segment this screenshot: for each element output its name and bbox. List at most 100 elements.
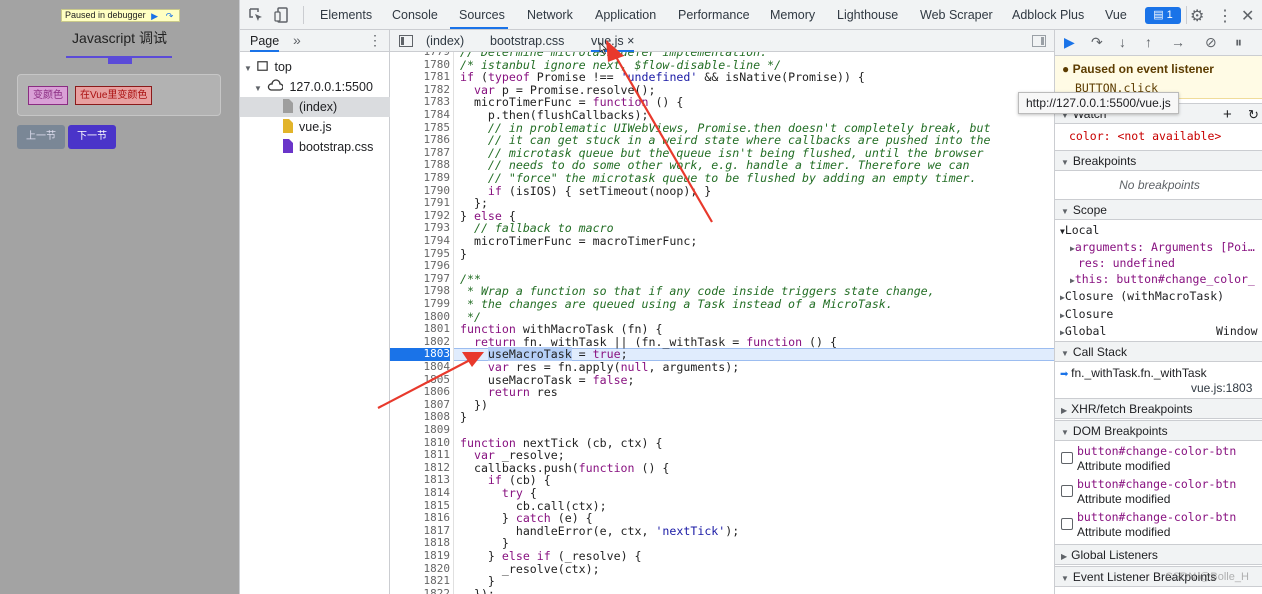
tab-vue[interactable]: Vue: [1105, 0, 1127, 30]
scope-this[interactable]: ▶this: button#change_color_: [1070, 272, 1255, 286]
tab-console[interactable]: Console: [392, 0, 438, 30]
scope-local[interactable]: ▼Local: [1060, 223, 1099, 237]
line-number[interactable]: 1811: [390, 449, 451, 462]
scope-arguments[interactable]: ▶arguments: Arguments [Poi…: [1070, 240, 1255, 254]
line-number[interactable]: 1821: [390, 575, 451, 588]
issues-badge[interactable]: ▤ 1: [1145, 7, 1181, 24]
code-line[interactable]: try {: [460, 487, 537, 500]
breakpoints-section-header[interactable]: ▼ Breakpoints: [1055, 150, 1262, 171]
close-devtools-icon[interactable]: ✕: [1241, 6, 1254, 26]
tab-performance[interactable]: Performance: [678, 0, 750, 30]
code-line[interactable]: }: [460, 575, 495, 588]
editor-tab-index[interactable]: (index): [426, 30, 464, 52]
next-section-button[interactable]: 下一节: [68, 125, 116, 149]
tab-network[interactable]: Network: [527, 0, 573, 30]
more-tabs-icon[interactable]: »: [293, 32, 301, 48]
line-number[interactable]: 1799: [390, 297, 451, 311]
call-stack-section-header[interactable]: ▼ Call Stack: [1055, 341, 1262, 362]
code-line[interactable]: }: [460, 247, 467, 261]
code-line[interactable]: // "force" the microtask queue to be flu…: [460, 172, 977, 185]
tab-memory[interactable]: Memory: [770, 0, 815, 30]
code-line[interactable]: microTimerFunc = macroTimerFunc;: [460, 235, 697, 248]
line-number[interactable]: 1781: [390, 71, 451, 84]
inspect-element-icon[interactable]: [248, 7, 264, 23]
step-over-icon[interactable]: ↷: [164, 11, 176, 21]
close-tab-icon[interactable]: ×: [627, 34, 634, 48]
watermark: CSDN @Bolle_H: [1165, 571, 1249, 583]
line-number[interactable]: 1819: [390, 549, 451, 563]
tree-item-top[interactable]: ▼ top: [240, 57, 390, 77]
tab-lighthouse[interactable]: Lighthouse: [837, 0, 898, 30]
settings-gear-icon[interactable]: ⚙: [1190, 6, 1204, 26]
step-icon[interactable]: →: [1171, 34, 1185, 50]
change-color-in-vue-button[interactable]: 在Vue里变颜色: [75, 86, 153, 105]
code-line[interactable]: }: [460, 411, 467, 424]
xhr-breakpoints-header[interactable]: ▶ XHR/fetch Breakpoints: [1055, 398, 1262, 419]
step-out-icon[interactable]: ↑: [1145, 34, 1152, 50]
tab-web-scraper[interactable]: Web Scraper: [920, 0, 993, 30]
scope-section-header[interactable]: ▼ Scope: [1055, 199, 1262, 220]
tab-elements[interactable]: Elements: [320, 0, 372, 30]
navigator-menu-icon[interactable]: ⋮: [368, 32, 382, 49]
tab-adblock-plus[interactable]: Adblock Plus: [1012, 0, 1084, 30]
scope-res[interactable]: res: undefined: [1078, 256, 1175, 270]
change-color-button[interactable]: 变颜色: [28, 86, 68, 105]
code-lines[interactable]: // Determine microtask defer implementat…: [454, 52, 1054, 594]
code-line[interactable]: if (typeof Promise !== 'undefined' && is…: [460, 71, 865, 84]
line-number[interactable]: 1794: [390, 234, 451, 248]
line-gutter[interactable]: 1779178017811782178317841785178617871788…: [390, 52, 454, 594]
line-number[interactable]: 1796: [390, 260, 451, 273]
tree-item-vuejs[interactable]: vue.js: [240, 117, 390, 137]
prev-section-button[interactable]: 上一节: [17, 125, 65, 149]
refresh-icon[interactable]: ↻: [1248, 104, 1259, 125]
code-line[interactable]: var _resolve;: [460, 449, 565, 462]
scope-global[interactable]: ▶Global Window: [1060, 324, 1262, 338]
call-frame[interactable]: ➡ fn._withTask.fn._withTask: [1060, 366, 1207, 380]
tree-item-origin[interactable]: ▼ 127.0.0.1:5500: [240, 77, 390, 97]
line-number[interactable]: 1784: [390, 108, 451, 122]
line-number[interactable]: 1816: [390, 512, 451, 525]
scope-closure-with[interactable]: ▶Closure (withMacroTask): [1060, 289, 1224, 303]
call-frame-location[interactable]: vue.js:1803: [1191, 381, 1252, 395]
tree-item-index[interactable]: (index): [240, 97, 390, 117]
code-line[interactable]: if (isIOS) { setTimeout(noop); }: [460, 184, 711, 198]
tab-application[interactable]: Application: [595, 0, 656, 30]
code-line[interactable]: * the changes are queued using a Task in…: [460, 298, 893, 311]
resume-icon[interactable]: ▶︎: [1064, 34, 1075, 51]
add-watch-icon[interactable]: +: [1223, 104, 1232, 125]
editor-tab-vuejs[interactable]: vue.js ×: [591, 30, 635, 52]
watch-expression[interactable]: color: <not available>: [1069, 129, 1221, 143]
line-number[interactable]: 1791: [390, 197, 451, 210]
dom-breakpoint-checkbox[interactable]: [1061, 485, 1073, 497]
resume-icon[interactable]: ▶: [149, 11, 161, 21]
line-number[interactable]: 1814: [390, 486, 451, 500]
more-options-icon[interactable]: ⋮: [1217, 6, 1233, 26]
pause-on-exceptions-icon[interactable]: ⏸: [1235, 34, 1242, 51]
tab-sources[interactable]: Sources: [459, 0, 505, 30]
dom-breakpoint-checkbox[interactable]: [1061, 452, 1073, 464]
line-number[interactable]: 1806: [390, 386, 451, 399]
code-line[interactable]: } else if (_resolve) {: [460, 550, 642, 563]
deactivate-breakpoints-icon[interactable]: ⊘: [1205, 34, 1217, 51]
line-number[interactable]: 1801: [390, 323, 451, 336]
code-line[interactable]: return res: [460, 386, 558, 399]
dom-breakpoint-checkbox[interactable]: [1061, 518, 1073, 530]
toggle-navigator-icon[interactable]: [399, 35, 413, 47]
global-listeners-header[interactable]: ▶ Global Listeners: [1055, 544, 1262, 565]
scope-closure[interactable]: ▶Closure: [1060, 307, 1113, 321]
line-number[interactable]: 1789: [390, 171, 451, 185]
line-number[interactable]: 1822: [390, 587, 451, 594]
step-over-icon[interactable]: ↷: [1091, 34, 1103, 51]
code-line[interactable]: });: [460, 588, 495, 594]
page-tab[interactable]: Page: [250, 34, 280, 52]
line-number[interactable]: 1809: [390, 423, 451, 437]
device-toolbar-icon[interactable]: [274, 7, 290, 23]
line-number[interactable]: 1804: [390, 360, 451, 374]
line-number[interactable]: 1786: [390, 134, 451, 147]
code-line[interactable]: } catch (e) {: [460, 512, 593, 525]
editor-tab-bootstrap[interactable]: bootstrap.css: [490, 30, 564, 52]
step-into-icon[interactable]: ↓: [1119, 34, 1126, 50]
toggle-debugger-icon[interactable]: [1032, 35, 1046, 47]
tree-item-bootstrap[interactable]: bootstrap.css: [240, 137, 390, 157]
dom-breakpoints-header[interactable]: ▼ DOM Breakpoints: [1055, 420, 1262, 441]
